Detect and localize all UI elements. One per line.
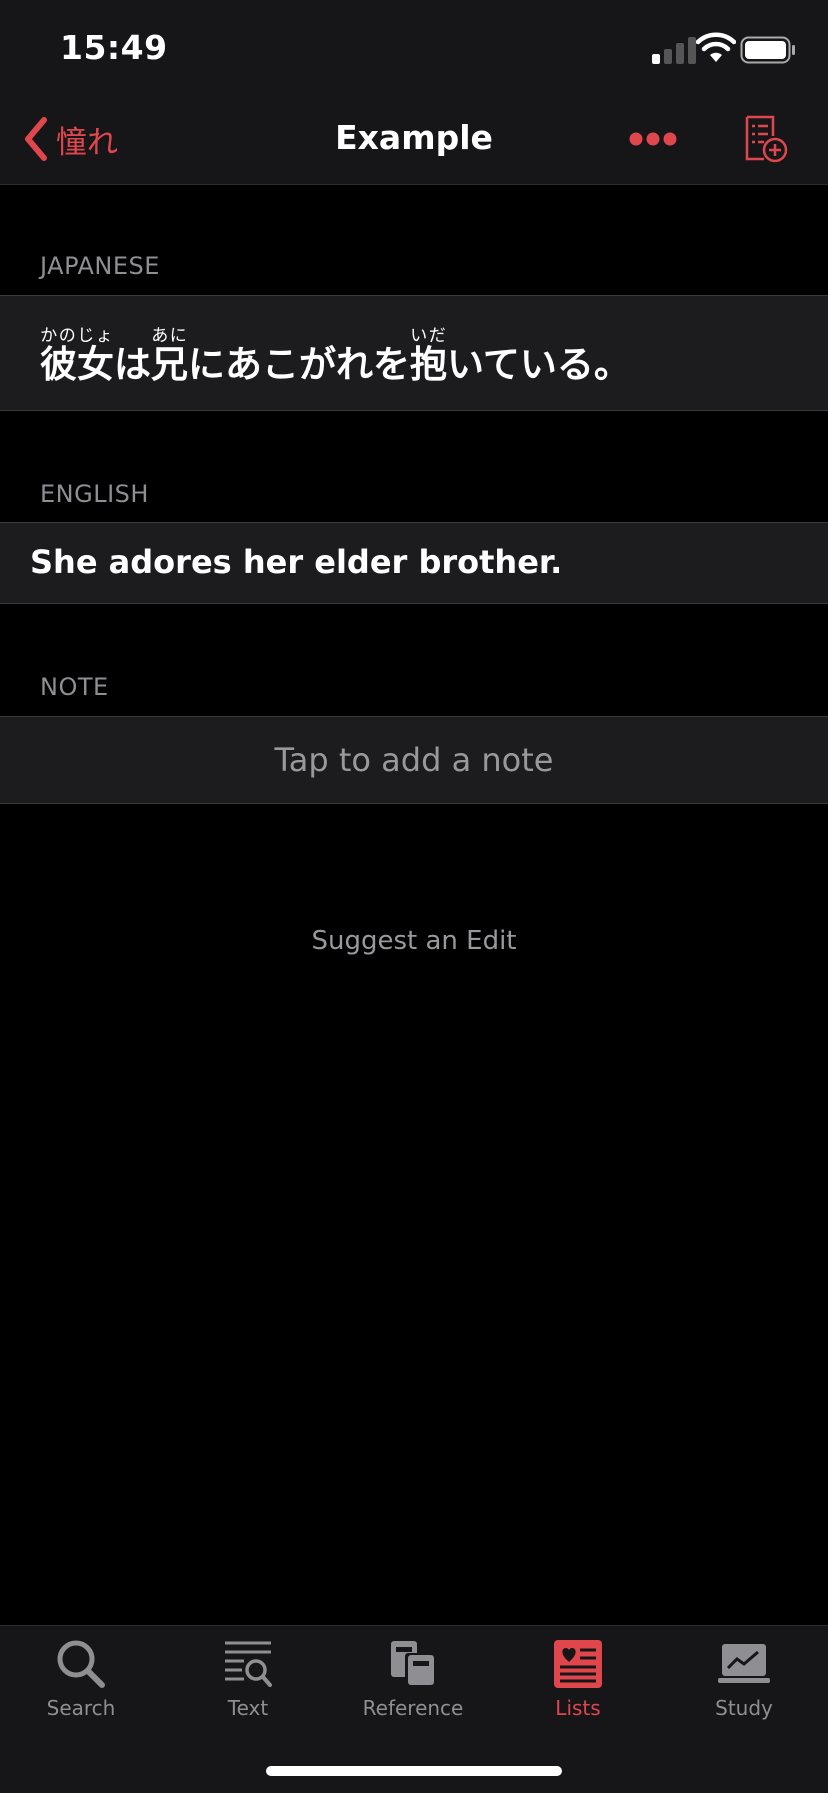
kanji-text: 兄: [151, 343, 188, 386]
tab-text[interactable]: Text: [173, 1638, 323, 1748]
status-time: 15:49: [60, 28, 168, 67]
status-bar: 15:49: [0, 0, 828, 92]
kanji-text: 抱: [410, 343, 447, 386]
ruby-segment: 抱いだ: [410, 326, 447, 386]
navigation-bar: 憧れ Example: [0, 92, 828, 185]
ruby-segment: 彼女かのじょ: [40, 326, 114, 386]
more-options-icon[interactable]: [628, 122, 678, 156]
add-note-placeholder[interactable]: Tap to add a note: [0, 741, 828, 779]
japanese-section-header: JAPANESE: [40, 252, 160, 280]
home-indicator[interactable]: [266, 1766, 562, 1776]
kana-text: にあこがれを: [188, 343, 410, 386]
magnifier-icon: [57, 1640, 105, 1688]
japanese-sentence: 彼女かのじょは兄あににあこがれを抱いだいている。: [40, 326, 631, 388]
furigana: いだ: [410, 326, 447, 346]
english-sentence: She adores her elder brother.: [30, 543, 563, 581]
tab-study[interactable]: Study: [669, 1638, 819, 1748]
text-search-icon: [225, 1641, 272, 1687]
note-cell[interactable]: Tap to add a note: [0, 716, 828, 804]
page-title: Example: [335, 118, 493, 157]
tab-text-label: Text: [227, 1696, 269, 1720]
suggest-edit-button[interactable]: Suggest an Edit: [0, 926, 828, 956]
wifi-icon: [696, 32, 736, 62]
note-section-header: NOTE: [40, 673, 109, 701]
english-section-header: ENGLISH: [40, 480, 149, 508]
kana-text: は: [114, 343, 151, 386]
heart-list-icon: [554, 1640, 602, 1688]
furigana: あに: [151, 326, 188, 346]
tab-lists-label: Lists: [555, 1696, 601, 1720]
add-to-list-icon[interactable]: [740, 114, 790, 164]
kanji-text: 彼女: [40, 343, 114, 386]
furigana: かのじょ: [40, 326, 114, 346]
ruby-segment: 兄あに: [151, 326, 188, 386]
kana-text: いている。: [447, 343, 631, 386]
tab-reference-label: Reference: [362, 1696, 464, 1720]
tab-lists[interactable]: Lists: [503, 1638, 653, 1748]
tab-search-label: Search: [46, 1696, 116, 1720]
battery-icon: [740, 36, 795, 64]
books-icon: [391, 1641, 435, 1687]
tab-search[interactable]: Search: [6, 1638, 156, 1748]
japanese-sentence-cell[interactable]: 彼女かのじょは兄あににあこがれを抱いだいている。: [0, 295, 828, 411]
tab-reference[interactable]: Reference: [338, 1638, 488, 1748]
tab-study-label: Study: [715, 1696, 773, 1720]
chart-laptop-icon: [718, 1644, 770, 1683]
english-sentence-cell[interactable]: She adores her elder brother.: [0, 522, 828, 604]
